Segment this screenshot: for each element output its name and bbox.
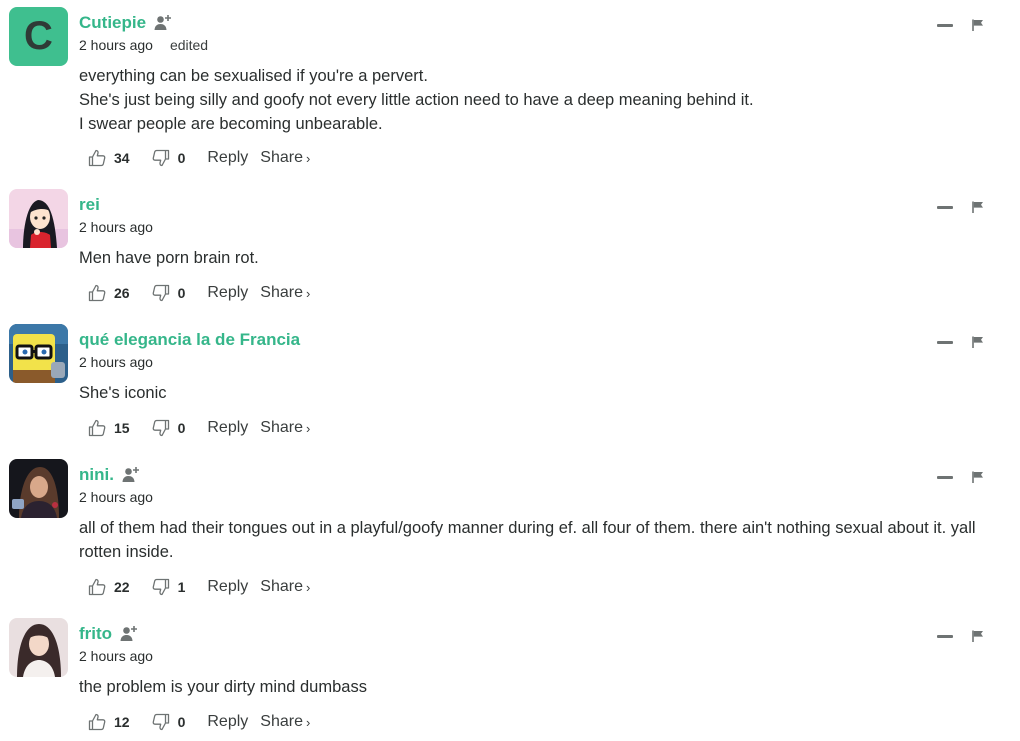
comment-line: She's iconic — [79, 384, 167, 402]
flag-icon[interactable] — [972, 19, 984, 31]
username[interactable]: nini. — [79, 465, 114, 485]
collapse-icon[interactable] — [937, 340, 953, 344]
dislike-button[interactable]: 0 — [152, 149, 186, 167]
comment-line: rotten inside. — [79, 543, 174, 561]
flag-icon[interactable] — [972, 336, 984, 348]
dislike-button[interactable]: 0 — [152, 284, 186, 302]
share-button[interactable]: Share › — [260, 419, 310, 437]
reply-button[interactable]: Reply — [207, 578, 248, 596]
share-label: Share — [260, 149, 303, 166]
dislike-button[interactable]: 0 — [152, 713, 186, 731]
like-button[interactable]: 34 — [88, 149, 130, 167]
comment-text: all of them had their tongues out in a p… — [79, 516, 1009, 564]
thumbs-down-icon — [152, 284, 169, 302]
comment-text: everything can be sexualised if you're a… — [79, 64, 1009, 136]
person-photo-avatar-image — [9, 618, 68, 677]
chevron-right-icon: › — [305, 150, 311, 166]
avatar-letter: C — [24, 14, 53, 58]
thumbs-up-icon — [88, 419, 106, 437]
follow-user-icon[interactable] — [120, 625, 138, 643]
chevron-right-icon: › — [305, 420, 311, 436]
follow-user-icon[interactable] — [122, 466, 140, 484]
chevron-right-icon: › — [305, 285, 311, 301]
comment-line: all of them had their tongues out in a p… — [79, 519, 976, 537]
comment-text: Men have porn brain rot. — [79, 246, 1009, 270]
thumbs-down-icon — [152, 713, 169, 731]
username[interactable]: frito — [79, 624, 112, 644]
like-count: 12 — [114, 714, 130, 730]
timestamp[interactable]: 2 hours ago — [79, 37, 153, 53]
thumbs-up-icon — [88, 149, 106, 167]
collapse-icon[interactable] — [937, 23, 953, 27]
like-button[interactable]: 15 — [88, 419, 130, 437]
avatar[interactable] — [9, 618, 68, 677]
reply-button[interactable]: Reply — [207, 284, 248, 302]
flag-icon[interactable] — [972, 201, 984, 213]
edited-label: edited — [169, 37, 209, 53]
comment-line: everything can be sexualised if you're a… — [79, 67, 428, 85]
share-button[interactable]: Share › — [260, 284, 310, 302]
like-button[interactable]: 12 — [88, 713, 130, 731]
like-count: 26 — [114, 285, 130, 301]
comment-text: She's iconic — [79, 381, 1009, 405]
thumbs-up-icon — [88, 284, 106, 302]
follow-user-icon[interactable] — [154, 14, 172, 32]
anime-girl-avatar-image — [9, 189, 68, 248]
chevron-right-icon: › — [305, 714, 311, 730]
thumbs-down-icon — [152, 419, 169, 437]
username[interactable]: Cutiepie — [79, 13, 146, 33]
thumbs-up-icon — [88, 713, 106, 731]
avatar[interactable] — [9, 459, 68, 518]
share-label: Share — [260, 578, 303, 595]
thumbs-down-icon — [152, 578, 169, 596]
thumbs-up-icon — [88, 578, 106, 596]
share-label: Share — [260, 419, 303, 436]
dislike-count: 1 — [177, 579, 186, 595]
dislike-button[interactable]: 1 — [152, 578, 186, 596]
dislike-button[interactable]: 0 — [152, 419, 186, 437]
like-count: 22 — [114, 579, 130, 595]
like-button[interactable]: 22 — [88, 578, 130, 596]
avatar[interactable] — [9, 324, 68, 383]
share-button[interactable]: Share › — [260, 713, 310, 731]
thumbs-down-icon — [152, 149, 169, 167]
reply-button[interactable]: Reply — [207, 713, 248, 731]
dislike-count: 0 — [177, 150, 186, 166]
person-photo-avatar-image — [9, 459, 68, 518]
dislike-count: 0 — [177, 714, 186, 730]
like-button[interactable]: 26 — [88, 284, 130, 302]
collapse-icon[interactable] — [937, 205, 953, 209]
flag-icon[interactable] — [972, 471, 984, 483]
like-count: 34 — [114, 150, 130, 166]
share-button[interactable]: Share › — [260, 149, 310, 167]
timestamp[interactable]: 2 hours ago — [79, 489, 153, 505]
dislike-count: 0 — [177, 420, 186, 436]
reply-button[interactable]: Reply — [207, 419, 248, 437]
comment-line: the problem is your dirty mind dumbass — [79, 678, 367, 696]
username[interactable]: qué elegancia la de Francia — [79, 330, 300, 350]
dislike-count: 0 — [177, 285, 186, 301]
comment-line: Men have porn brain rot. — [79, 249, 259, 267]
share-label: Share — [260, 284, 303, 301]
collapse-icon[interactable] — [937, 634, 953, 638]
chevron-right-icon: › — [305, 579, 311, 595]
avatar[interactable] — [9, 189, 68, 248]
comment-line: She's just being silly and goofy not eve… — [79, 91, 754, 109]
comment-line: I swear people are becoming unbearable. — [79, 115, 383, 133]
timestamp[interactable]: 2 hours ago — [79, 648, 153, 664]
reply-button[interactable]: Reply — [207, 149, 248, 167]
collapse-icon[interactable] — [937, 475, 953, 479]
share-button[interactable]: Share › — [260, 578, 310, 596]
timestamp[interactable]: 2 hours ago — [79, 219, 153, 235]
username[interactable]: rei — [79, 195, 100, 215]
cartoon-sponge-avatar-image — [9, 324, 68, 383]
avatar[interactable]: C — [9, 7, 68, 66]
timestamp[interactable]: 2 hours ago — [79, 354, 153, 370]
flag-icon[interactable] — [972, 630, 984, 642]
share-label: Share — [260, 713, 303, 730]
comment-text: the problem is your dirty mind dumbass — [79, 675, 1009, 699]
like-count: 15 — [114, 420, 130, 436]
